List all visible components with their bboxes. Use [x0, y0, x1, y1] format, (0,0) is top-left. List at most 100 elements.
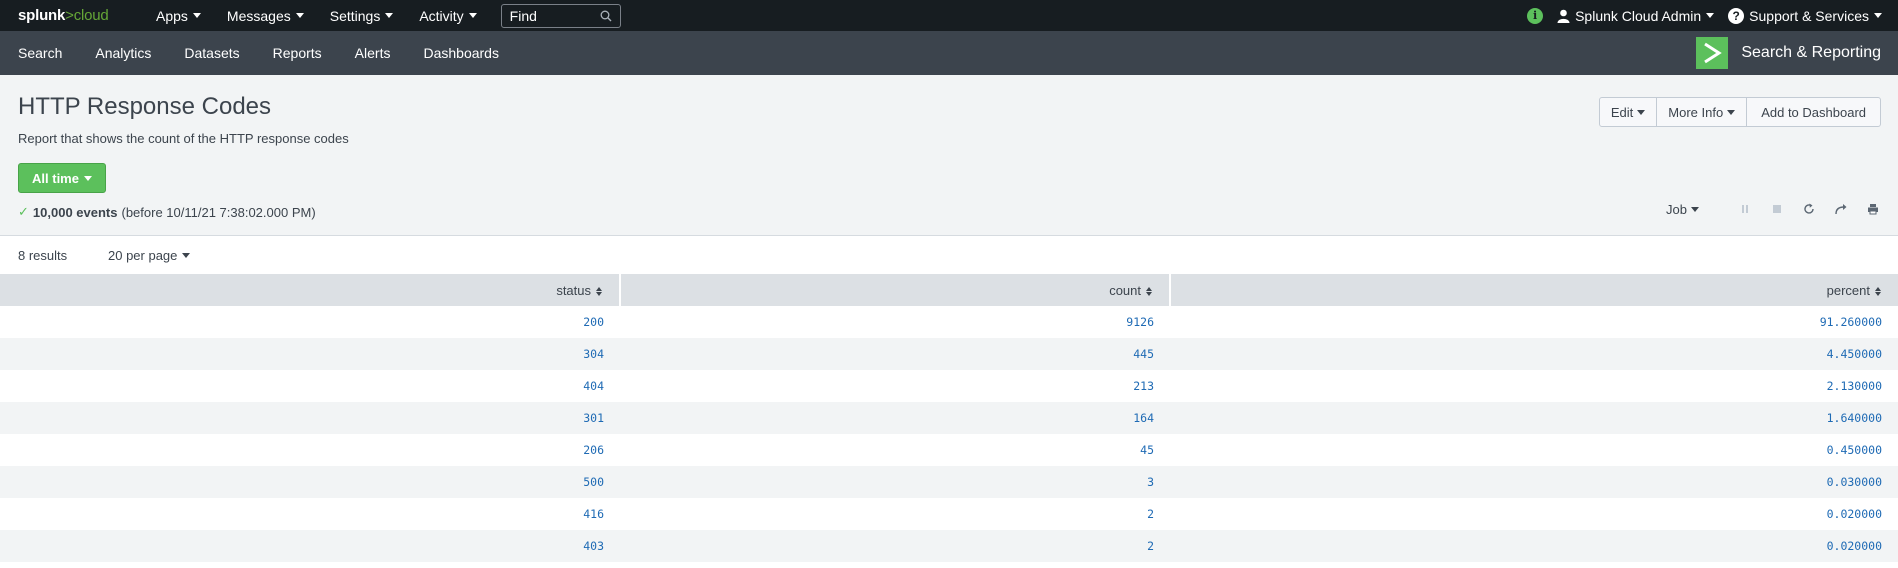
events-detail: (before 10/11/21 7:38:02.000 PM) — [121, 204, 316, 220]
more-info-button-label: More Info — [1668, 104, 1724, 120]
cell-status[interactable]: 500 — [0, 466, 620, 498]
column-header-count[interactable]: count — [620, 274, 1171, 306]
help-icon: ? — [1728, 7, 1745, 24]
chevron-down-icon — [182, 252, 191, 258]
app-nav: Search Analytics Datasets Reports Alerts… — [18, 45, 532, 61]
job-menu-label: Job — [1666, 201, 1687, 217]
per-page-label: 20 per page — [108, 247, 178, 263]
cell-count[interactable]: 164 — [620, 402, 1170, 434]
cell-percent[interactable]: 91.260000 — [1170, 306, 1898, 338]
share-icon[interactable] — [1833, 201, 1849, 217]
cell-count[interactable]: 45 — [620, 434, 1170, 466]
results-bar: 8 results 20 per page — [0, 236, 1898, 274]
logo-text: splunk — [18, 7, 66, 24]
chevron-down-icon — [385, 13, 394, 18]
column-header-label: status — [556, 282, 591, 298]
app-name[interactable]: Search & Reporting — [1696, 37, 1881, 69]
support-menu[interactable]: ? Support & Services — [1728, 7, 1882, 24]
nav-search[interactable]: Search — [18, 45, 62, 61]
logo-gt: > — [65, 7, 74, 24]
table-row: 206 45 0.450000 — [0, 434, 1898, 466]
add-to-dashboard-button[interactable]: Add to Dashboard — [1746, 97, 1881, 127]
nav-datasets[interactable]: Datasets — [184, 45, 239, 61]
cell-percent[interactable]: 0.020000 — [1170, 498, 1898, 530]
messages-menu[interactable]: Messages — [227, 8, 304, 24]
job-menu[interactable]: Job — [1666, 202, 1699, 217]
nav-alerts[interactable]: Alerts — [355, 45, 391, 61]
activity-menu-label: Activity — [419, 7, 464, 24]
search-icon[interactable] — [600, 10, 612, 22]
nav-analytics[interactable]: Analytics — [95, 45, 151, 61]
column-header-percent[interactable]: percent — [1170, 274, 1898, 306]
per-page-dropdown[interactable]: 20 per page — [108, 247, 191, 263]
user-menu-label: Splunk Cloud Admin — [1575, 7, 1702, 24]
results-panel: 8 results 20 per page status count perce… — [0, 235, 1898, 568]
support-menu-label: Support & Services — [1749, 7, 1869, 24]
sort-icon — [1875, 286, 1882, 296]
more-info-button[interactable]: More Info — [1656, 97, 1748, 127]
table-row: 200 9126 91.260000 — [0, 306, 1898, 338]
page-title: HTTP Response Codes — [18, 93, 272, 120]
table-row: 301 164 1.640000 — [0, 402, 1898, 434]
logo-cloud-text: cloud — [73, 7, 109, 24]
column-header-label: count — [1109, 282, 1141, 298]
settings-menu[interactable]: Settings — [330, 8, 394, 24]
cell-count[interactable]: 3 — [620, 466, 1170, 498]
cell-status[interactable]: 206 — [0, 434, 620, 466]
pause-icon[interactable] — [1737, 201, 1753, 217]
settings-menu-label: Settings — [329, 7, 381, 24]
time-range-picker[interactable]: All time — [18, 163, 106, 193]
cell-percent[interactable]: 0.020000 — [1170, 530, 1898, 562]
cell-percent[interactable]: 2.130000 — [1170, 370, 1898, 402]
check-icon: ✓ — [18, 204, 29, 219]
cell-percent[interactable]: 1.640000 — [1170, 402, 1898, 434]
results-count: 8 results — [18, 247, 68, 263]
cell-status[interactable]: 403 — [0, 530, 620, 562]
reload-icon[interactable] — [1801, 201, 1817, 217]
messages-menu-label: Messages — [226, 7, 291, 24]
sort-icon — [1146, 286, 1153, 296]
app-bar: Search Analytics Datasets Reports Alerts… — [0, 31, 1898, 75]
chevron-down-icon — [1874, 13, 1882, 18]
stop-icon[interactable] — [1769, 201, 1785, 217]
user-icon — [1557, 9, 1570, 23]
cell-status[interactable]: 304 — [0, 338, 620, 370]
splunk-cloud-logo[interactable]: splunk>cloud — [18, 7, 156, 24]
nav-reports[interactable]: Reports — [273, 45, 322, 61]
column-header-status[interactable]: status — [0, 274, 621, 306]
nav-dashboards[interactable]: Dashboards — [423, 45, 499, 61]
edit-button[interactable]: Edit — [1598, 97, 1658, 127]
chevron-down-icon — [192, 13, 201, 18]
column-header-label: percent — [1826, 282, 1870, 298]
chevron-down-icon — [1691, 206, 1699, 212]
cell-percent[interactable]: 0.030000 — [1170, 466, 1898, 498]
cell-percent[interactable]: 0.450000 — [1170, 434, 1898, 466]
cell-count[interactable]: 2 — [620, 498, 1170, 530]
cell-status[interactable]: 200 — [0, 306, 620, 338]
cell-status[interactable]: 416 — [0, 498, 620, 530]
chevron-down-icon — [295, 13, 304, 18]
chevron-down-icon — [468, 13, 477, 18]
sort-icon — [596, 286, 603, 296]
cell-count[interactable]: 445 — [620, 338, 1170, 370]
chevron-down-icon — [83, 175, 92, 181]
report-description: Report that shows the count of the HTTP … — [18, 131, 349, 146]
cell-count[interactable]: 213 — [620, 370, 1170, 402]
global-top-bar: splunk>cloud Apps Messages Settings Acti… — [0, 0, 1898, 31]
job-tools: Job — [1666, 201, 1881, 217]
search-app-icon — [1696, 37, 1729, 69]
cell-status[interactable]: 404 — [0, 370, 620, 402]
find-input[interactable] — [509, 7, 590, 24]
print-icon[interactable] — [1865, 201, 1881, 217]
cell-count[interactable]: 2 — [620, 530, 1170, 562]
events-count: 10,000 events — [32, 204, 118, 220]
info-icon[interactable]: i — [1527, 7, 1544, 24]
user-menu[interactable]: Splunk Cloud Admin — [1557, 7, 1715, 24]
app-name-label: Search & Reporting — [1741, 44, 1881, 61]
apps-menu[interactable]: Apps — [156, 8, 201, 24]
activity-menu[interactable]: Activity — [419, 7, 477, 24]
cell-percent[interactable]: 4.450000 — [1170, 338, 1898, 370]
top-right-menu: i Splunk Cloud Admin ? Support & Service… — [1527, 7, 1882, 24]
cell-status[interactable]: 301 — [0, 402, 620, 434]
cell-count[interactable]: 9126 — [620, 306, 1170, 338]
